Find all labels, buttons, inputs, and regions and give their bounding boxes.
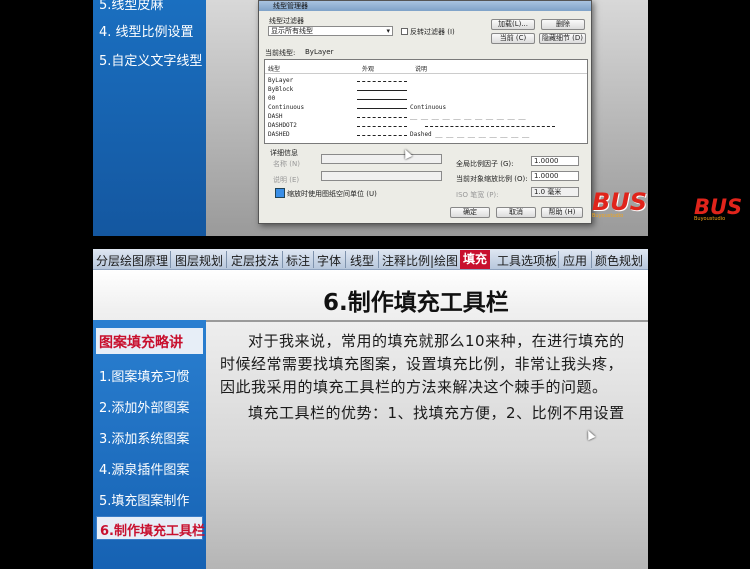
tab-annotation-scale[interactable]: 注释比例|绘图 <box>382 252 458 269</box>
tab-dimension[interactable]: 标注 <box>286 252 310 269</box>
delete-button[interactable]: 删除 <box>541 19 585 30</box>
top-outline-item[interactable]: 5.线型皮麻 <box>99 0 163 13</box>
chevron-down-icon: ▾ <box>386 27 390 35</box>
bus-logo: BUS Buyoustudio <box>592 188 648 219</box>
paperspace-label: 缩放时使用图纸空间单位 (U) <box>287 190 377 198</box>
sidebar-item[interactable]: 4.源泉插件图案 <box>99 459 189 478</box>
tab-divider <box>558 251 559 268</box>
tab-divider <box>313 251 314 268</box>
chapter-tab-bar: 分层绘图原理 图层规划 定层技法 标注 字体 线型 注释比例|绘图 填充 工具选… <box>93 249 648 270</box>
body-paragraph-line: 因此我采用的填充工具栏的方法来解决这个棘手的问题。 <box>220 378 608 396</box>
lesson-slide: 6.制作填充工具栏 图案填充略讲 1.图案填充习惯 2.添加外部图案 3.添加系… <box>93 270 648 569</box>
lesson-outline-sidebar: 图案填充略讲 1.图案填充习惯 2.添加外部图案 3.添加系统图案 4.源泉插件… <box>93 320 206 569</box>
tab-layer-planning[interactable]: 图层规划 <box>175 252 223 269</box>
table-row[interactable]: DASH <box>268 113 282 120</box>
tab-tool-palette[interactable]: 工具选项板 <box>497 252 557 269</box>
table-row[interactable]: DASHDOT2 <box>268 122 297 129</box>
filter-select[interactable]: 显示所有线型 ▾ <box>268 26 393 36</box>
header-divider <box>265 73 587 74</box>
description-label: 说明 (E) <box>273 176 300 184</box>
linetype-preview <box>357 99 407 100</box>
tab-divider <box>226 251 227 268</box>
current-linetype-value: ByLayer <box>305 48 334 56</box>
pen-width-label: ISO 笔宽 (P): <box>456 191 499 199</box>
current-scale-input[interactable]: 1.0000 <box>531 171 579 181</box>
linetype-preview <box>357 81 407 82</box>
sidebar-header-label: 图案填充略讲 <box>99 335 183 351</box>
table-row[interactable]: 00 <box>268 95 275 102</box>
sidebar-item[interactable]: 3.添加系统图案 <box>99 428 189 447</box>
linetype-list[interactable]: 线型 外观 说明 ByLayer ByBlock 00 Continuous C… <box>264 59 588 144</box>
pen-width-select[interactable]: 1.0 毫米 <box>531 187 579 197</box>
dialog-titlebar[interactable]: 线型管理器 <box>259 1 591 11</box>
linetype-preview <box>357 90 407 91</box>
linetype-preview <box>357 108 407 109</box>
table-row[interactable]: ByBlock <box>268 86 293 93</box>
details-label: 详细信息 <box>270 149 298 157</box>
load-button[interactable]: 加载(L)... <box>491 19 535 30</box>
body-paragraph-line: 对于我来说，常用的填充就那么10来种，在进行填充的 <box>248 332 625 350</box>
sidebar-item-active[interactable]: 6.制作填充工具栏 <box>96 516 205 540</box>
name-label: 名称 (N) <box>273 160 300 168</box>
row-description: Dashed __ __ __ __ __ __ __ __ __ <box>410 131 530 138</box>
tab-divider <box>282 251 283 268</box>
global-scale-label: 全局比例因子 (G): <box>456 160 514 168</box>
table-row[interactable]: DASHED <box>268 131 290 138</box>
mouse-cursor-icon <box>401 147 413 160</box>
invert-filter-checkbox[interactable] <box>401 28 408 35</box>
tab-application[interactable]: 应用 <box>563 252 587 269</box>
name-field[interactable] <box>321 154 442 164</box>
sidebar-item[interactable]: 5.填充图案制作 <box>99 490 189 509</box>
top-video-frame: 5.线型皮麻 4. 线型比例设置 5.自定义文字线型 线型管理器 线型过滤器 显… <box>0 0 750 236</box>
tab-layer-technique[interactable]: 定层技法 <box>231 252 279 269</box>
tab-font[interactable]: 字体 <box>317 252 341 269</box>
tab-divider <box>378 251 379 268</box>
body-paragraph-line: 填充工具栏的优势：1、找填充方便，2、比例不用设置 <box>248 404 625 422</box>
linetype-manager-dialog: 线型管理器 线型过滤器 显示所有线型 ▾ 反转过滤器 (I) 加载(L)... … <box>258 0 592 224</box>
table-row[interactable]: Continuous <box>268 104 304 111</box>
current-button[interactable]: 当前 (C) <box>491 33 535 44</box>
mouse-cursor-icon <box>584 428 596 441</box>
current-linetype-label: 当前线型: <box>265 49 296 57</box>
column-header-linetype[interactable]: 线型 <box>268 64 280 73</box>
linetype-preview <box>357 117 407 118</box>
top-outline-item[interactable]: 4. 线型比例设置 <box>99 21 194 40</box>
table-row[interactable]: ByLayer <box>268 77 293 84</box>
row-description: __ __ __ __ __ __ __ __ __ __ __ <box>410 113 526 120</box>
help-button[interactable]: 帮助 (H) <box>541 207 583 218</box>
tab-divider <box>591 251 592 268</box>
top-outline-item[interactable]: 5.自定义文字线型 <box>99 50 202 69</box>
dialog-title: 线型管理器 <box>273 2 308 10</box>
sidebar-item[interactable]: 1.图案填充习惯 <box>99 366 189 385</box>
slide-title: 6.制作填充工具栏 <box>323 290 509 316</box>
linetype-preview <box>425 126 555 127</box>
invert-filter-label: 反转过滤器 (I) <box>410 28 455 36</box>
cancel-button[interactable]: 取消 <box>496 207 536 218</box>
column-header-description[interactable]: 说明 <box>415 64 427 73</box>
global-scale-input[interactable]: 1.0000 <box>531 156 579 166</box>
ok-button[interactable]: 确定 <box>450 207 490 218</box>
linetype-preview <box>357 126 407 127</box>
filter-label: 线型过滤器 <box>269 17 304 25</box>
hide-details-button[interactable]: 隐藏细节 (D) <box>539 33 586 44</box>
sidebar-item-active-label: 6.制作填充工具栏 <box>100 524 205 539</box>
tab-color-planning[interactable]: 颜色规划 <box>595 252 643 269</box>
tab-hatch[interactable]: 填充 <box>460 250 491 269</box>
sidebar-header: 图案填充略讲 <box>96 328 203 354</box>
sidebar-item[interactable]: 2.添加外部图案 <box>99 397 189 416</box>
tab-divider <box>170 251 171 268</box>
paperspace-checkbox[interactable] <box>275 188 285 198</box>
tab-divider <box>345 251 346 268</box>
current-scale-label: 当前对象缩放比例 (O): <box>456 175 528 183</box>
tab-linetype[interactable]: 线型 <box>350 252 374 269</box>
column-header-appearance[interactable]: 外观 <box>362 64 374 73</box>
top-outline-sidebar: 5.线型皮麻 4. 线型比例设置 5.自定义文字线型 <box>93 0 206 236</box>
tab-layering-principle[interactable]: 分层绘图原理 <box>96 252 168 269</box>
body-paragraph-line: 时候经常需要找填充图案，设置填充比例，非常让我头疼， <box>220 355 624 373</box>
row-description: Continuous <box>410 104 447 111</box>
bus-logo-corner: BUS Buyoustudio <box>694 195 743 222</box>
description-field[interactable] <box>321 171 442 181</box>
linetype-preview <box>357 135 407 136</box>
